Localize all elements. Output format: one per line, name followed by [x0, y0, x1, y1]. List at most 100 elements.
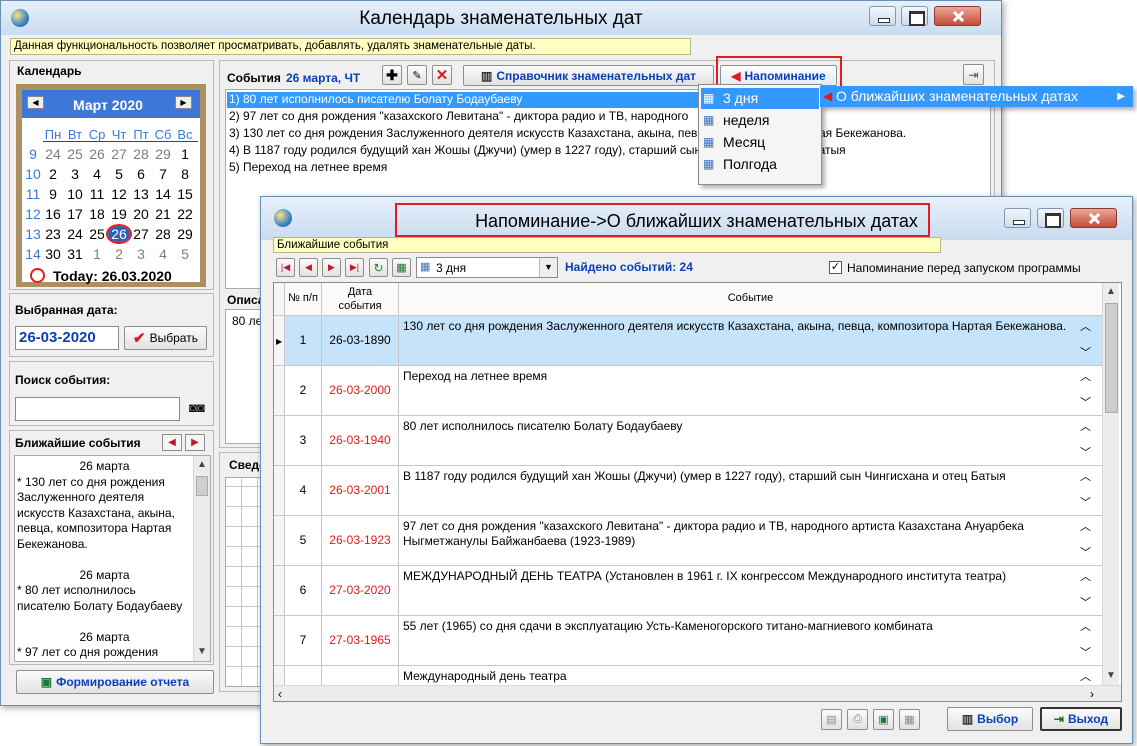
maximize-button[interactable] — [901, 6, 928, 26]
calendar-day[interactable]: 18 — [86, 206, 108, 222]
row-scroll-up-icon[interactable]: ︿ — [1080, 318, 1091, 334]
table-row[interactable]: 4 26-03-2001 В 1187 году родился будущий х… — [274, 466, 1102, 516]
row-scroll-up-icon[interactable]: ︿ — [1080, 668, 1091, 684]
table-row[interactable]: 7 27-03-1965 55 лет (1965) со дня сдачи в … — [274, 616, 1102, 666]
calendar-day[interactable]: 2 — [42, 166, 64, 182]
calendar-day[interactable]: 29 — [174, 226, 196, 242]
grid-scroll-down-icon[interactable]: ▼ — [1103, 668, 1119, 684]
row-scroll-down-icon[interactable]: ﹀ — [1080, 344, 1091, 360]
excel-button[interactable]: ▦ — [899, 709, 920, 730]
grid-scroll-thumb[interactable] — [1105, 303, 1118, 413]
selected-date-field[interactable]: 26-03-2020 — [15, 326, 119, 350]
row-scroll-down-icon[interactable]: ﹀ — [1080, 644, 1091, 660]
today-label[interactable]: Today: 26.03.2020 — [53, 268, 172, 284]
reminder-minimize-button[interactable] — [1004, 208, 1031, 228]
refresh-button[interactable]: ↻ — [369, 258, 388, 277]
row-scroll-down-icon[interactable]: ﹀ — [1080, 494, 1091, 510]
submenu-item[interactable]: ◀ О ближайших знаменательных датах ▶ — [820, 86, 1133, 107]
event-item[interactable]: 2) 97 лет со дня рождения "казахского Ле… — [227, 109, 688, 125]
main-title-bar[interactable]: Календарь знаменательных дат — [1, 1, 1001, 35]
event-item[interactable]: 5) Переход на летнее время — [227, 160, 387, 176]
delete-event-button[interactable]: ✕ — [432, 65, 452, 85]
calendar-day[interactable]: 14 — [152, 186, 174, 202]
calendar-day[interactable]: 11 — [86, 186, 108, 202]
scroll-up-arrow-icon[interactable]: ▲ — [194, 457, 210, 473]
print-button[interactable]: ⎙ — [847, 709, 868, 730]
calendar-day[interactable]: 16 — [42, 206, 64, 222]
reminder-close-button[interactable] — [1070, 208, 1117, 228]
grid-scroll-left-icon[interactable]: ‹ — [278, 687, 282, 701]
calendar-day[interactable]: 25 — [86, 226, 108, 242]
exit-main-button[interactable]: ⇥ — [963, 64, 984, 85]
calendar-day[interactable]: 2 — [108, 246, 130, 262]
table-row[interactable]: 2 26-03-2000 Переход на летнее время ︿ ﹀ — [274, 366, 1102, 416]
calendar-day[interactable]: 8 — [174, 166, 196, 182]
dropdown-item[interactable]: ▦ неделя — [701, 110, 819, 131]
calendar-day[interactable]: 29 — [152, 146, 174, 162]
calendar-day[interactable]: 17 — [64, 206, 86, 222]
col-header-event[interactable]: Событие — [399, 283, 1102, 316]
calendar-day[interactable]: 15 — [174, 186, 196, 202]
calendar-day[interactable]: 21 — [152, 206, 174, 222]
calendar-day[interactable]: 9 — [42, 186, 64, 202]
row-scroll-up-icon[interactable]: ︿ — [1080, 368, 1091, 384]
first-record-button[interactable]: |◀ — [276, 258, 295, 277]
handbook-button[interactable]: ▥ Справочник знаменательных дат — [463, 65, 714, 86]
table-row[interactable]: 6 27-03-2020 МЕЖДУНАРОДНЫЙ ДЕНЬ ТЕАТРА (Ус… — [274, 566, 1102, 616]
add-event-button[interactable]: ✚ — [382, 65, 402, 85]
row-scroll-up-icon[interactable]: ︿ — [1080, 568, 1091, 584]
startup-checkbox[interactable]: ✓ — [829, 261, 842, 274]
calendar-day[interactable]: 23 — [42, 226, 64, 242]
calendar-day[interactable]: 22 — [174, 206, 196, 222]
report-button[interactable]: ▣ Формирование отчета — [16, 670, 214, 694]
calendar-day[interactable]: 28 — [152, 226, 174, 242]
calendar-day[interactable]: 10 — [64, 186, 86, 202]
table-row[interactable]: 5 26-03-1923 97 лет со дня рождения "казах… — [274, 516, 1102, 566]
prev-record-button[interactable]: ◀ — [299, 258, 318, 277]
excel-export-button[interactable]: ▦ — [392, 258, 411, 277]
search-input[interactable] — [15, 397, 180, 421]
calendar-day[interactable]: 3 — [64, 166, 86, 182]
calendar-day[interactable]: 5 — [174, 246, 196, 262]
upcoming-prev-button[interactable]: ◀ — [162, 434, 182, 451]
calendar-day[interactable]: 7 — [152, 166, 174, 182]
upcoming-scrollbar[interactable]: ▲ ▼ — [193, 456, 210, 661]
dropdown-item[interactable]: ▦ Месяц — [701, 132, 819, 153]
select-button[interactable]: ▥ Выбор — [947, 707, 1033, 731]
preview-button[interactable]: ▤ — [821, 709, 842, 730]
table-row[interactable]: 3 26-03-1940 80 лет исполнилось писателю Б… — [274, 416, 1102, 466]
dropdown-item[interactable]: ▦ 3 дня — [701, 88, 819, 109]
calendar-day[interactable]: 1 — [86, 246, 108, 262]
grid-scroll-up-icon[interactable]: ▲ — [1103, 284, 1119, 300]
reminder-maximize-button[interactable] — [1037, 208, 1064, 228]
calendar-day[interactable]: 13 — [130, 186, 152, 202]
upcoming-next-button[interactable]: ▶ — [185, 434, 205, 451]
calendar-day-selected[interactable]: 26 — [106, 224, 132, 244]
col-header-date[interactable]: Дата события — [322, 283, 399, 316]
period-select[interactable]: ▦ 3 дня ▼ — [416, 257, 558, 278]
prev-month-button[interactable]: ◀ — [27, 96, 44, 109]
row-scroll-down-icon[interactable]: ﹀ — [1080, 444, 1091, 460]
calendar-day[interactable]: 27 — [108, 146, 130, 162]
calendar-day[interactable]: 31 — [64, 246, 86, 262]
row-scroll-up-icon[interactable]: ︿ — [1080, 518, 1091, 534]
row-scroll-down-icon[interactable]: ﹀ — [1080, 394, 1091, 410]
dropdown-item[interactable]: ▦ Полгода — [701, 154, 819, 175]
row-scroll-up-icon[interactable]: ︿ — [1080, 418, 1091, 434]
close-button[interactable] — [934, 6, 981, 26]
next-record-button[interactable]: ▶ — [322, 258, 341, 277]
exit-button[interactable]: ⇥ Выход — [1040, 707, 1122, 731]
row-scroll-down-icon[interactable]: ﹀ — [1080, 594, 1091, 610]
binoculars-icon[interactable]: ◙◙ — [186, 400, 208, 418]
last-record-button[interactable]: ▶| — [345, 258, 364, 277]
row-scroll-up-icon[interactable]: ︿ — [1080, 468, 1091, 484]
table-row[interactable]: 1 26-03-1890 130 лет со дня рождения Заслу… — [274, 316, 1102, 366]
scroll-thumb[interactable] — [196, 476, 208, 496]
event-item[interactable]: 1) 80 лет исполнилось писателю Болату Бо… — [227, 92, 727, 108]
next-month-button[interactable]: ▶ — [175, 96, 192, 109]
grid-scroll-right-icon[interactable]: › — [1090, 687, 1094, 701]
calendar-day[interactable]: 3 — [130, 246, 152, 262]
calendar-day[interactable]: 19 — [108, 206, 130, 222]
grid-vertical-scrollbar[interactable]: ▲ ▼ — [1102, 283, 1119, 685]
calendar-day[interactable]: 4 — [152, 246, 174, 262]
